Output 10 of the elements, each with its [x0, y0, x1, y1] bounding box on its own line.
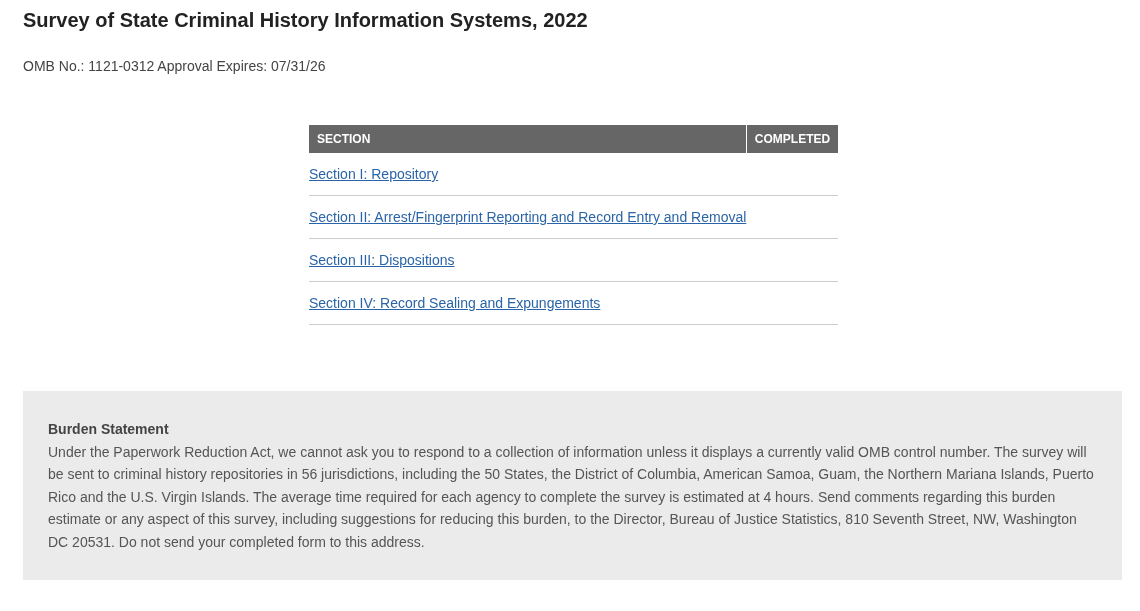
section-link[interactable]: Section I: Repository [309, 166, 439, 182]
burden-heading: Burden Statement [48, 420, 170, 439]
page-title: Survey of State Criminal History Information Systems, 2022 [23, 8, 589, 32]
column-header: SECTION [309, 125, 747, 153]
column-header: COMPLETED [746, 125, 839, 153]
section-link[interactable]: Section II: Arrest/Fingerprint Reporting and Record Entry and Removal [309, 209, 747, 225]
section-link[interactable]: Section IV: Record Sealing and Expungements [309, 295, 601, 311]
omb-info: OMB No.: 1121-0312 Approval Expires: 07/31/26 [23, 58, 327, 74]
section-link[interactable]: Section III: Dispositions [309, 252, 455, 268]
burden-text: Under the Paperwork Reduction Act, we cannot ask you to respond to a collection of information unless it displays a currently valid OMB control number. The survey will be sent to criminal history repositories in 56 jurisdictions, including the 50 States, the District of Columbia, American Samoa, Guam, the Northern Mariana Islands, Puerto Rico and the U.S. Virgin Islands. The average time required for each agency to complete the survey is estimated at 4 hours. Send comments regarding this burden estimate or any aspect of this survey, including suggestions for reducing this burden, to the Director, Bureau of Justice Statistics, 810 Seventh Street, NW, Washington DC 20531. Do not send your completed form to this address. [48, 442, 1095, 552]
